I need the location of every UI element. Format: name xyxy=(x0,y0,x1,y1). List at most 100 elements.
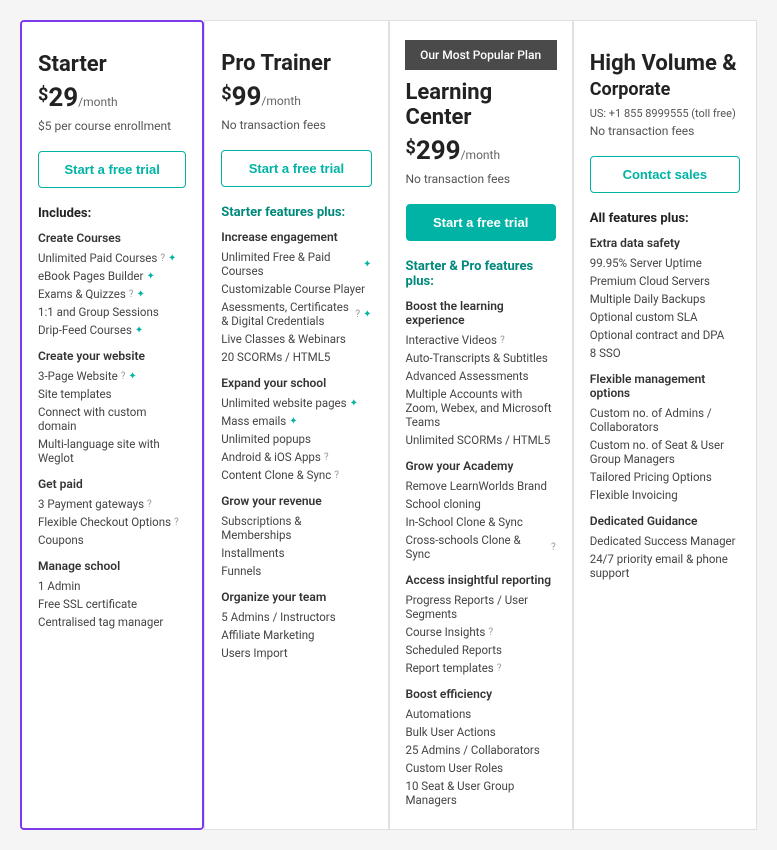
feature-text: Site templates xyxy=(38,387,112,401)
section-subheader: Manage school xyxy=(38,559,186,573)
plan-tagline-high-volume: No transaction fees xyxy=(590,124,740,142)
cta-button-high-volume[interactable]: Contact sales xyxy=(590,156,740,193)
section-subheader: Increase engagement xyxy=(221,230,371,244)
help-icon: ? xyxy=(121,371,126,382)
feature-text: eBook Pages Builder xyxy=(38,269,143,283)
plan-col-high-volume: High Volume &CorporateUS: +1 855 8999555… xyxy=(573,20,757,830)
feature-text: 20 SCORMs / HTML5 xyxy=(221,350,330,364)
feature-item: Auto-Transcripts & Subtitles xyxy=(406,349,556,367)
feature-item: Drip-Feed Courses ✦ xyxy=(38,321,186,339)
feature-item: Asessments, Certificates & Digital Crede… xyxy=(221,298,371,330)
help-icon: ? xyxy=(497,663,502,674)
section-subheader: Extra data safety xyxy=(590,236,740,250)
cta-button-learning-center[interactable]: Start a free trial xyxy=(406,204,556,241)
help-icon: ? xyxy=(334,470,339,481)
plan-name-learning-center: Learning Center xyxy=(406,80,556,130)
feature-item: 8 SSO xyxy=(590,344,740,362)
feature-text: Multiple Daily Backups xyxy=(590,292,706,306)
section-subheader: Access insightful reporting xyxy=(406,573,556,587)
popular-banner: Our Most Popular Plan xyxy=(405,40,557,70)
feature-text: Flexible Invoicing xyxy=(590,488,678,502)
feature-item: Funnels xyxy=(221,562,371,580)
feature-text: Content Clone & Sync xyxy=(221,468,331,482)
help-icon: ? xyxy=(174,517,179,528)
plan-phone: US: +1 855 8999555 (toll free) xyxy=(590,107,740,120)
feature-item: 25 Admins / Collaborators xyxy=(406,741,556,759)
feature-item: Unlimited Free & Paid Courses ✦ xyxy=(221,248,371,280)
plan-price-pro-trainer: $99/month xyxy=(221,82,371,112)
feature-item: Tailored Pricing Options xyxy=(590,468,740,486)
feature-item: Unlimited Paid Courses ? ✦ xyxy=(38,249,186,267)
cta-button-pro-trainer[interactable]: Start a free trial xyxy=(221,150,371,187)
plan-price-learning-center: $299/month xyxy=(406,136,556,166)
feature-item: Custom no. of Admins / Collaborators xyxy=(590,404,740,436)
feature-item: 3-Page Website ? ✦ xyxy=(38,367,186,385)
feature-item: Dedicated Success Manager xyxy=(590,532,740,550)
feature-item: Centralised tag manager xyxy=(38,613,186,631)
feature-text: Users Import xyxy=(221,646,287,660)
feature-text: Optional contract and DPA xyxy=(590,328,724,342)
feature-text: Unlimited SCORMs / HTML5 xyxy=(406,433,551,447)
feature-item: Advanced Assessments xyxy=(406,367,556,385)
feature-item: Cross-schools Clone & Sync ? xyxy=(406,531,556,563)
feature-item: Remove LearnWorlds Brand xyxy=(406,477,556,495)
section-subheader: Grow your Academy xyxy=(406,459,556,473)
feature-text: Scheduled Reports xyxy=(406,643,502,657)
feature-item: Unlimited SCORMs / HTML5 xyxy=(406,431,556,449)
feature-item: Live Classes & Webinars xyxy=(221,330,371,348)
star-icon: ✦ xyxy=(363,259,371,270)
section-subheader: Flexible management options xyxy=(590,372,740,400)
feature-text: Affiliate Marketing xyxy=(221,628,314,642)
feature-text: Custom User Roles xyxy=(406,761,504,775)
feature-text: Bulk User Actions xyxy=(406,725,496,739)
feature-item: Exams & Quizzes ? ✦ xyxy=(38,285,186,303)
cta-button-starter[interactable]: Start a free trial xyxy=(38,151,186,188)
feature-text: Report templates xyxy=(406,661,494,675)
feature-item: Mass emails ✦ xyxy=(221,412,371,430)
feature-item: Installments xyxy=(221,544,371,562)
star-icon: ✦ xyxy=(135,325,143,336)
help-icon: ? xyxy=(129,289,134,300)
feature-text: In-School Clone & Sync xyxy=(406,515,523,529)
feature-item: 3 Payment gateways ? xyxy=(38,495,186,513)
section-subheader: Create Courses xyxy=(38,231,186,245)
section-subheader: Expand your school xyxy=(221,376,371,390)
feature-text: Premium Cloud Servers xyxy=(590,274,710,288)
feature-item: Interactive Videos ? xyxy=(406,331,556,349)
feature-text: 10 Seat & User Group Managers xyxy=(406,779,556,807)
feature-text: Coupons xyxy=(38,533,84,547)
feature-item: Site templates xyxy=(38,385,186,403)
pricing-grid: Starter $29/month $5 per course enrollme… xyxy=(20,20,757,830)
feature-text: Advanced Assessments xyxy=(406,369,529,383)
feature-text: Cross-schools Clone & Sync xyxy=(406,533,549,561)
help-icon: ? xyxy=(355,309,360,320)
feature-text: Installments xyxy=(221,546,284,560)
feature-item: 99.95% Server Uptime xyxy=(590,254,740,272)
plan-tagline-starter: $5 per course enrollment xyxy=(38,119,186,137)
section-subheader: Grow your revenue xyxy=(221,494,371,508)
feature-text: Exams & Quizzes xyxy=(38,287,126,301)
feature-item: Android & iOS Apps ? xyxy=(221,448,371,466)
feature-text: Optional custom SLA xyxy=(590,310,698,324)
feature-text: Remove LearnWorlds Brand xyxy=(406,479,547,493)
feature-text: Unlimited Free & Paid Courses xyxy=(221,250,360,278)
star-icon: ✦ xyxy=(168,253,176,264)
feature-text: Drip-Feed Courses xyxy=(38,323,132,337)
feature-text: 25 Admins / Collaborators xyxy=(406,743,540,757)
feature-text: Automations xyxy=(406,707,472,721)
feature-item: Scheduled Reports xyxy=(406,641,556,659)
feature-text: 8 SSO xyxy=(590,346,621,360)
plan-name-pro-trainer: Pro Trainer xyxy=(221,51,371,76)
feature-item: Coupons xyxy=(38,531,186,549)
feature-item: Connect with custom domain xyxy=(38,403,186,435)
feature-text: 99.95% Server Uptime xyxy=(590,256,702,270)
section-subheader: Dedicated Guidance xyxy=(590,514,740,528)
plan-col-pro-trainer: Pro Trainer $99/month No transaction fee… xyxy=(204,20,388,830)
feature-item: eBook Pages Builder ✦ xyxy=(38,267,186,285)
feature-text: Subscriptions & Memberships xyxy=(221,514,371,542)
feature-item: Custom no. of Seat & User Group Managers xyxy=(590,436,740,468)
feature-item: Premium Cloud Servers xyxy=(590,272,740,290)
plan-tagline-learning-center: No transaction fees xyxy=(406,172,556,190)
feature-item: In-School Clone & Sync xyxy=(406,513,556,531)
feature-item: 1 Admin xyxy=(38,577,186,595)
